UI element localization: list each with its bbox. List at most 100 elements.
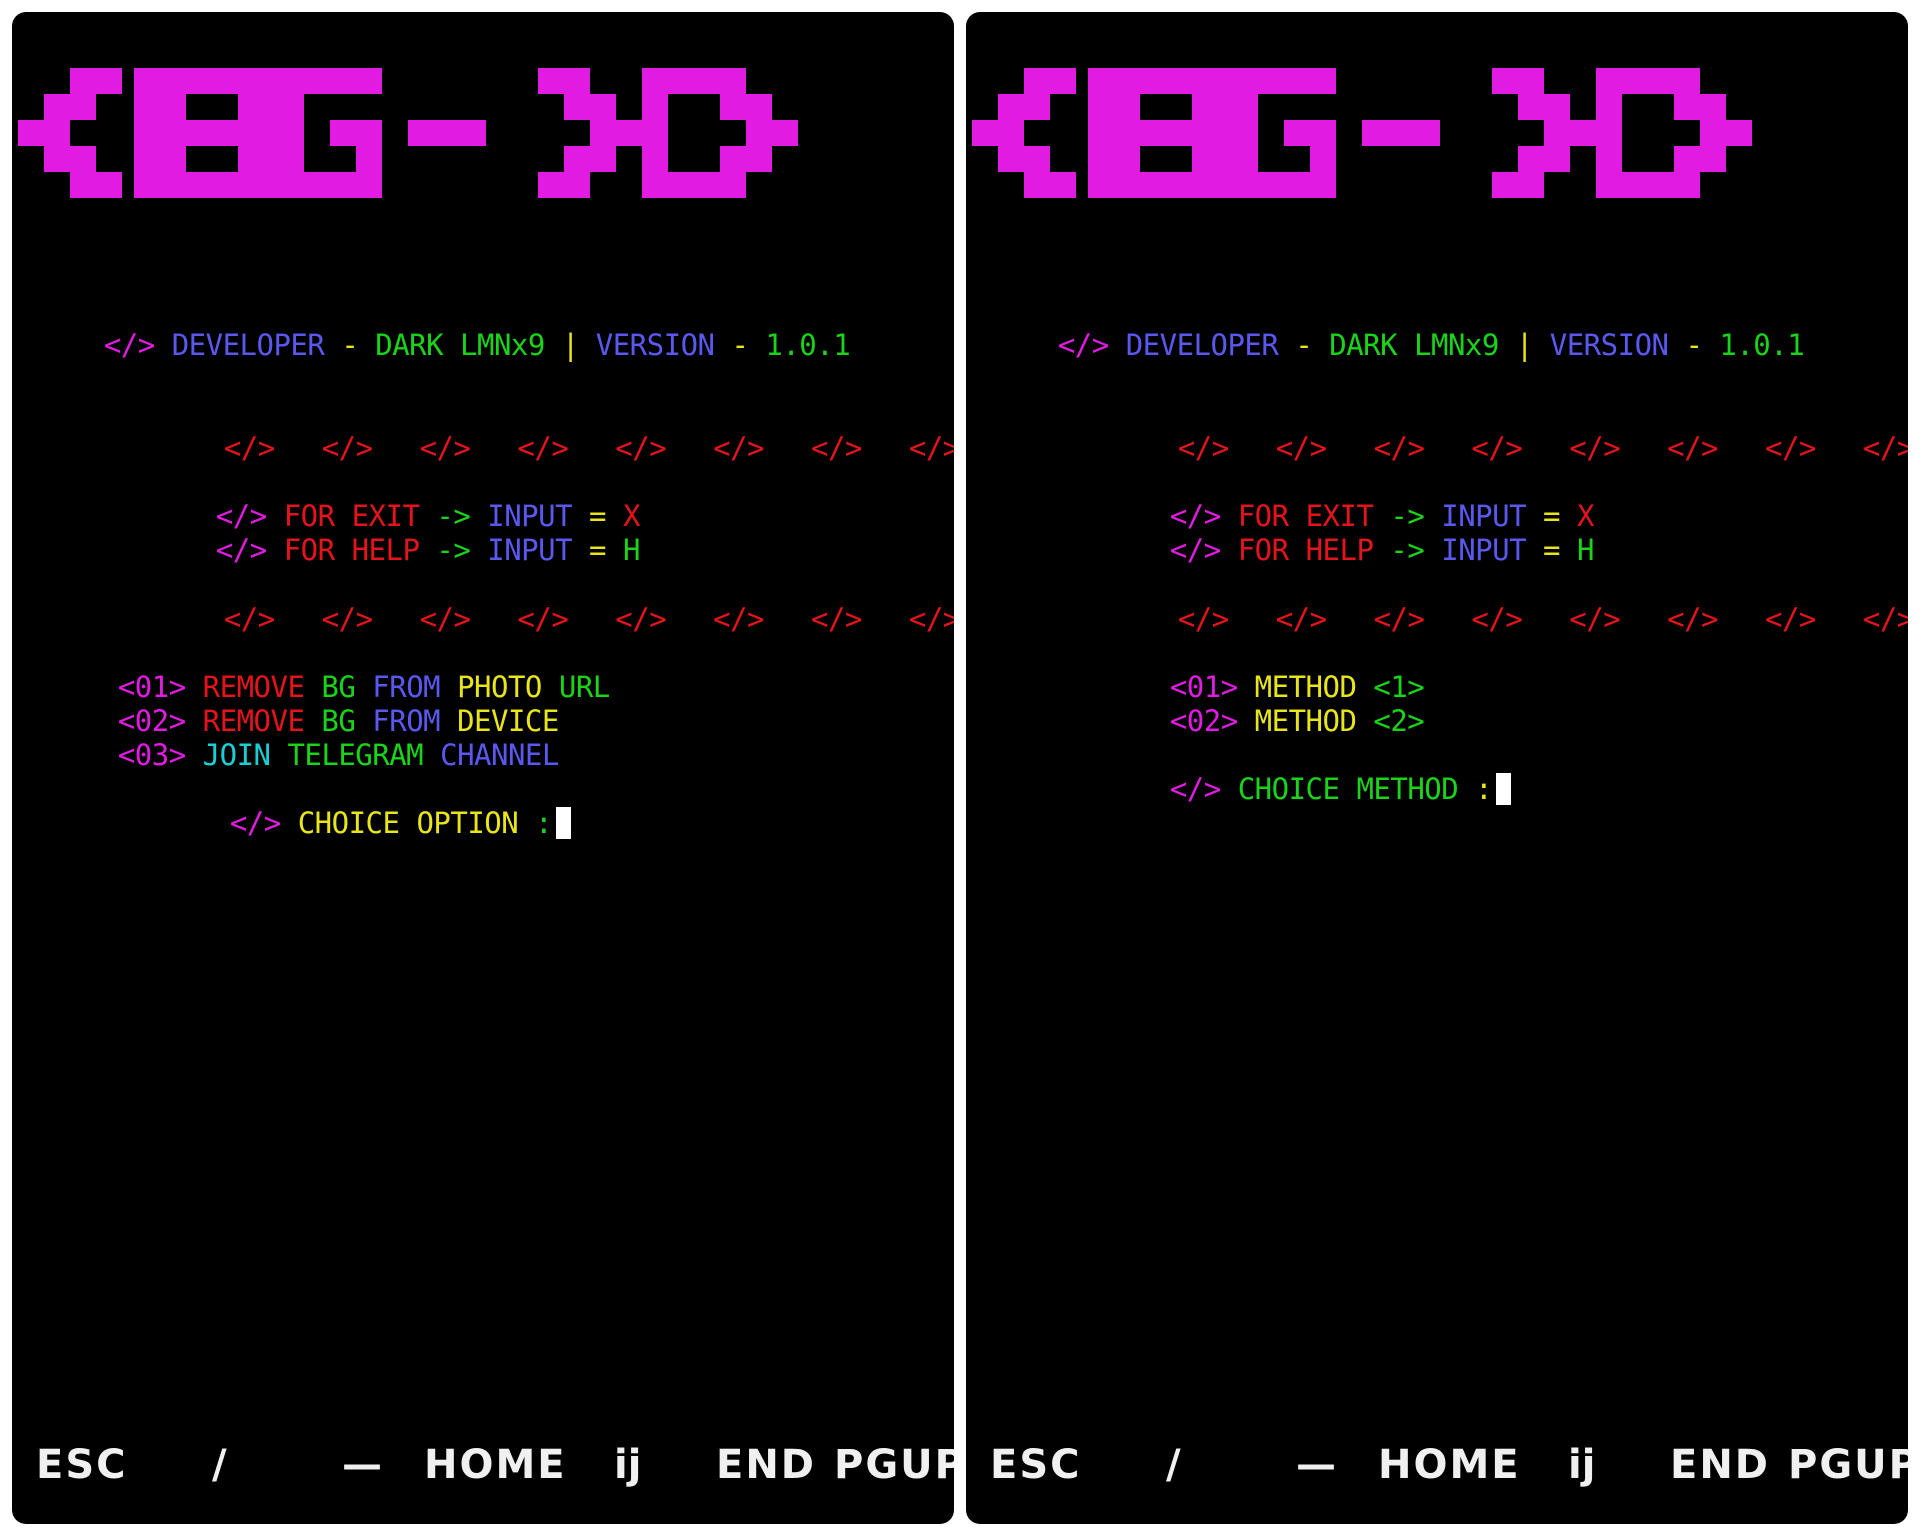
divider-tag: </>	[1471, 431, 1523, 465]
banner-block	[590, 120, 616, 146]
pgup-key[interactable]: PGUP	[834, 1430, 954, 1500]
banner-block	[1544, 94, 1570, 120]
banner-block	[134, 146, 160, 172]
banner-block	[720, 68, 746, 94]
banner-block	[590, 94, 616, 120]
banner-block	[1648, 68, 1674, 94]
banner-block	[1700, 146, 1726, 172]
banner-block	[998, 94, 1024, 120]
divider-tag: </>	[811, 431, 862, 465]
choice-option-prompt[interactable]: </> CHOICE OPTION :	[162, 772, 572, 874]
banner-block	[642, 94, 668, 120]
developer-name: DARK LMNx9	[1329, 328, 1499, 362]
banner-block	[1596, 146, 1622, 172]
banner-block	[1166, 68, 1192, 94]
choice-method-prompt[interactable]: </> CHOICE METHOD :	[1102, 738, 1512, 840]
text-cursor[interactable]	[556, 807, 572, 839]
banner-block	[538, 172, 564, 198]
slash-key[interactable]: /	[1166, 1430, 1183, 1500]
banner-block	[278, 172, 304, 198]
banner-block	[1166, 120, 1192, 146]
banner-block	[972, 120, 998, 146]
divider-tag: </>	[223, 431, 275, 465]
option-word: TELEGRAM	[287, 738, 424, 772]
divider-tag: </>	[1862, 431, 1908, 465]
divider-tag: </>	[223, 602, 275, 636]
banner-block	[564, 172, 590, 198]
banner-block	[998, 146, 1024, 172]
end-key[interactable]: END	[716, 1430, 816, 1500]
extra-keys-bar: ESC / — HOME ĳ END PGUP	[966, 1430, 1908, 1500]
divider-tag: </>	[321, 431, 373, 465]
banner-block	[252, 146, 278, 172]
dash-key[interactable]: —	[342, 1430, 384, 1500]
banner-block	[720, 172, 746, 198]
version-label: VERSION	[1549, 328, 1669, 362]
divider-tag: </>	[1862, 602, 1908, 636]
banner-block	[96, 172, 122, 198]
option-number: <02>	[1169, 704, 1238, 738]
banner-block	[590, 146, 616, 172]
version-value: 1.0.1	[1719, 328, 1805, 362]
dash-key[interactable]: —	[1296, 1430, 1338, 1500]
for-word: FOR	[283, 533, 335, 567]
end-key[interactable]: END	[1670, 1430, 1770, 1500]
banner-block	[1310, 68, 1336, 94]
method-label: METHOD	[1254, 704, 1357, 738]
esc-key[interactable]: ESC	[36, 1430, 128, 1500]
banner-block	[772, 120, 798, 146]
banner-block	[356, 172, 382, 198]
divider-tag: </>	[1667, 602, 1719, 636]
prompt-word: CHOICE	[1237, 772, 1340, 806]
arrow-up-key[interactable]: ĳ	[1568, 1430, 1597, 1500]
divider-tag: </>	[908, 602, 954, 636]
divider-tag: </>	[419, 431, 471, 465]
arrow: ->	[436, 533, 471, 567]
divider-tag: </>	[1373, 602, 1425, 636]
pgup-key[interactable]: PGUP	[1788, 1430, 1908, 1500]
banner-block	[252, 68, 278, 94]
banner-block	[1674, 94, 1700, 120]
for-word: FOR	[1237, 533, 1289, 567]
banner-block	[1050, 68, 1076, 94]
text-cursor[interactable]	[1496, 773, 1512, 805]
banner-block	[1622, 68, 1648, 94]
banner-block	[160, 94, 186, 120]
banner-block	[252, 94, 278, 120]
tag-glyph: </>	[229, 806, 281, 840]
banner-block	[186, 172, 212, 198]
divider-tag: </>	[1667, 431, 1719, 465]
option-number: <03>	[117, 738, 186, 772]
banner-block	[1310, 172, 1336, 198]
banner-block	[1232, 68, 1258, 94]
prompt-colon: :	[1475, 772, 1493, 806]
home-key[interactable]: HOME	[1378, 1430, 1521, 1500]
banner-block	[694, 172, 720, 198]
help-key: H	[622, 533, 640, 567]
slash-key[interactable]: /	[212, 1430, 229, 1500]
banner-block	[746, 146, 772, 172]
banner-logo	[18, 68, 798, 198]
option-word: URL	[558, 670, 610, 704]
divider-tag: </>	[1373, 431, 1425, 465]
banner-block	[1024, 172, 1050, 198]
divider-tag: </>	[1569, 431, 1621, 465]
banner-block	[70, 68, 96, 94]
banner-block	[212, 120, 238, 146]
prompt-word: METHOD	[1356, 772, 1459, 806]
home-key[interactable]: HOME	[424, 1430, 567, 1500]
banner-block	[278, 68, 304, 94]
developer-label: DEVELOPER	[1125, 328, 1279, 362]
arrow-up-key[interactable]: ĳ	[614, 1430, 643, 1500]
developer-line: </> DEVELOPER - DARK LMNx9 | VERSION - 1…	[990, 294, 1805, 396]
divider-tag: </>	[1569, 602, 1621, 636]
banner-block	[330, 172, 356, 198]
esc-key[interactable]: ESC	[990, 1430, 1082, 1500]
terminal-panel-method-menu: </> DEVELOPER - DARK LMNx9 | VERSION - 1…	[966, 12, 1908, 1524]
banner-block	[1570, 120, 1596, 146]
version-label: VERSION	[595, 328, 715, 362]
banner-block	[1206, 146, 1232, 172]
banner-block	[1544, 120, 1570, 146]
banner-block	[1674, 146, 1700, 172]
banner-block	[1700, 120, 1726, 146]
